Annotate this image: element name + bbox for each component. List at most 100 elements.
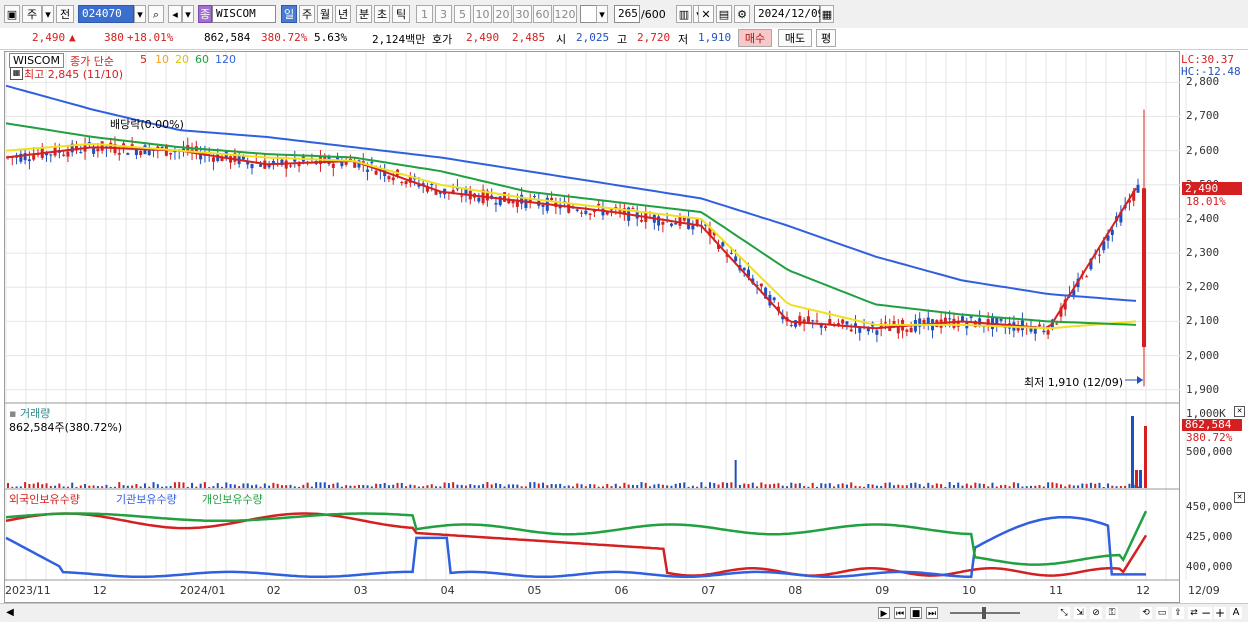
scroll-left-icon[interactable]: ◀ (4, 607, 16, 619)
price-tick: 2,200 (1186, 280, 1220, 294)
candle-body (169, 152, 173, 155)
dividend-note: 배당락(0.00%) (110, 118, 184, 131)
volume-bar (905, 485, 908, 488)
candle-body (1046, 330, 1050, 335)
volume-bar (691, 485, 694, 488)
candle-body (1038, 324, 1042, 327)
candle-body (610, 209, 614, 211)
volume-bar (833, 486, 836, 488)
volume-bar (28, 483, 31, 488)
candle-body (460, 195, 464, 197)
volume-bar (520, 486, 523, 488)
fit-icon[interactable]: ⇲ (1074, 607, 1086, 619)
stop-icon[interactable]: ■ (910, 607, 922, 619)
volume-bar (302, 484, 305, 488)
volume-bar (507, 484, 510, 488)
link-icon[interactable]: ⊘ (1090, 607, 1102, 619)
volume-bar (854, 485, 857, 488)
candle-body (824, 326, 828, 328)
scroll-end-icon[interactable]: ⏭ (926, 607, 938, 619)
volume-bar (781, 485, 784, 488)
volume-bar (1072, 485, 1075, 488)
volume-bar (734, 460, 737, 488)
candle-body (477, 197, 481, 202)
volume-bar (306, 482, 309, 488)
calendar-icon[interactable]: ▦ (10, 67, 23, 80)
ma-legend-5: 5 (140, 53, 147, 66)
volume-bar (349, 485, 352, 488)
candle-body (259, 164, 263, 167)
volume-bar (961, 485, 964, 488)
volume-bar (263, 483, 266, 488)
volume-bar (54, 485, 57, 488)
volume-bar (62, 486, 65, 488)
volume-bar (366, 485, 369, 488)
candle-body (943, 317, 947, 325)
candle-body (391, 177, 395, 181)
last-price-tag: 2,490 (1182, 182, 1242, 195)
volume-bar (409, 484, 412, 488)
x-axis-label: 2024/01 (179, 584, 226, 597)
volume-bar (203, 482, 206, 488)
volume-bar (195, 486, 198, 488)
volume-bar (75, 486, 78, 488)
candle-body (524, 198, 528, 209)
volume-panel-close-icon[interactable]: ✕ (1234, 406, 1245, 417)
volume-bar (1098, 482, 1101, 488)
zoom-reset-icon[interactable]: ⟲ (1140, 607, 1152, 619)
ma-legend-20: 20 (175, 53, 189, 66)
scroll-right-icon[interactable]: ▶ (878, 607, 890, 619)
candle-body (999, 318, 1003, 321)
volume-bar (79, 485, 82, 488)
volume-bar (786, 486, 789, 488)
candle-body (494, 202, 498, 205)
volume-bar (473, 485, 476, 488)
volume-bar (1012, 482, 1015, 488)
volume-bar (19, 486, 22, 488)
volume-bar (952, 484, 955, 488)
volume-bar (186, 486, 189, 488)
volume-bar (139, 486, 142, 488)
lock-icon[interactable]: ⚿ (1106, 607, 1118, 619)
candle-body (682, 217, 686, 221)
volume-bar (238, 486, 241, 488)
holding-panel-close-icon[interactable]: ✕ (1234, 492, 1245, 503)
candle-body (87, 142, 91, 144)
volume-bar (105, 484, 108, 488)
price-tick: 2,000 (1186, 348, 1220, 362)
zoom-out-icon[interactable]: ⤡ (1058, 607, 1070, 619)
candle-body (729, 252, 733, 254)
candle-body (430, 183, 434, 186)
volume-bar (109, 486, 112, 488)
volume-bar (888, 482, 891, 488)
volume-bar (935, 483, 938, 488)
volume-bar (584, 486, 587, 488)
sync-icon[interactable]: ⇄ (1188, 607, 1200, 619)
scroll-start-icon[interactable]: ⏮ (894, 607, 906, 619)
minus-icon[interactable]: − (1200, 607, 1212, 619)
zoom-slider-thumb[interactable] (982, 607, 986, 619)
text-tool-icon[interactable]: A (1230, 607, 1242, 619)
capture-icon[interactable]: ▭ (1156, 607, 1168, 619)
volume-bar (841, 483, 844, 488)
chart-scrollbar[interactable]: ◀ ▶ ⏮ ■ ⏭ ⤡ ⇲ ⊘ ⚿ ⟲ ▭ ⇪ ⇄ − + A (0, 603, 1248, 622)
volume-bar (957, 482, 960, 488)
candle-body (721, 242, 725, 247)
volume-bar (122, 485, 125, 488)
candle-body (532, 196, 536, 198)
x-axis-label: 08 (788, 584, 803, 597)
volume-bar (794, 483, 797, 488)
volume-bar (71, 482, 74, 488)
volume-bar (884, 482, 887, 488)
volume-bar (631, 484, 634, 488)
volume-bar (165, 486, 168, 488)
plus-icon[interactable]: + (1214, 607, 1226, 619)
legend-individual: 개인보유수량 (202, 493, 263, 506)
volume-bar (328, 484, 331, 488)
volume-bar (7, 483, 9, 488)
volume-bar (927, 482, 930, 488)
share-icon[interactable]: ⇪ (1172, 607, 1184, 619)
volume-bar (101, 486, 104, 488)
volume-bar (614, 483, 617, 488)
price-tick: 2,700 (1186, 109, 1220, 123)
